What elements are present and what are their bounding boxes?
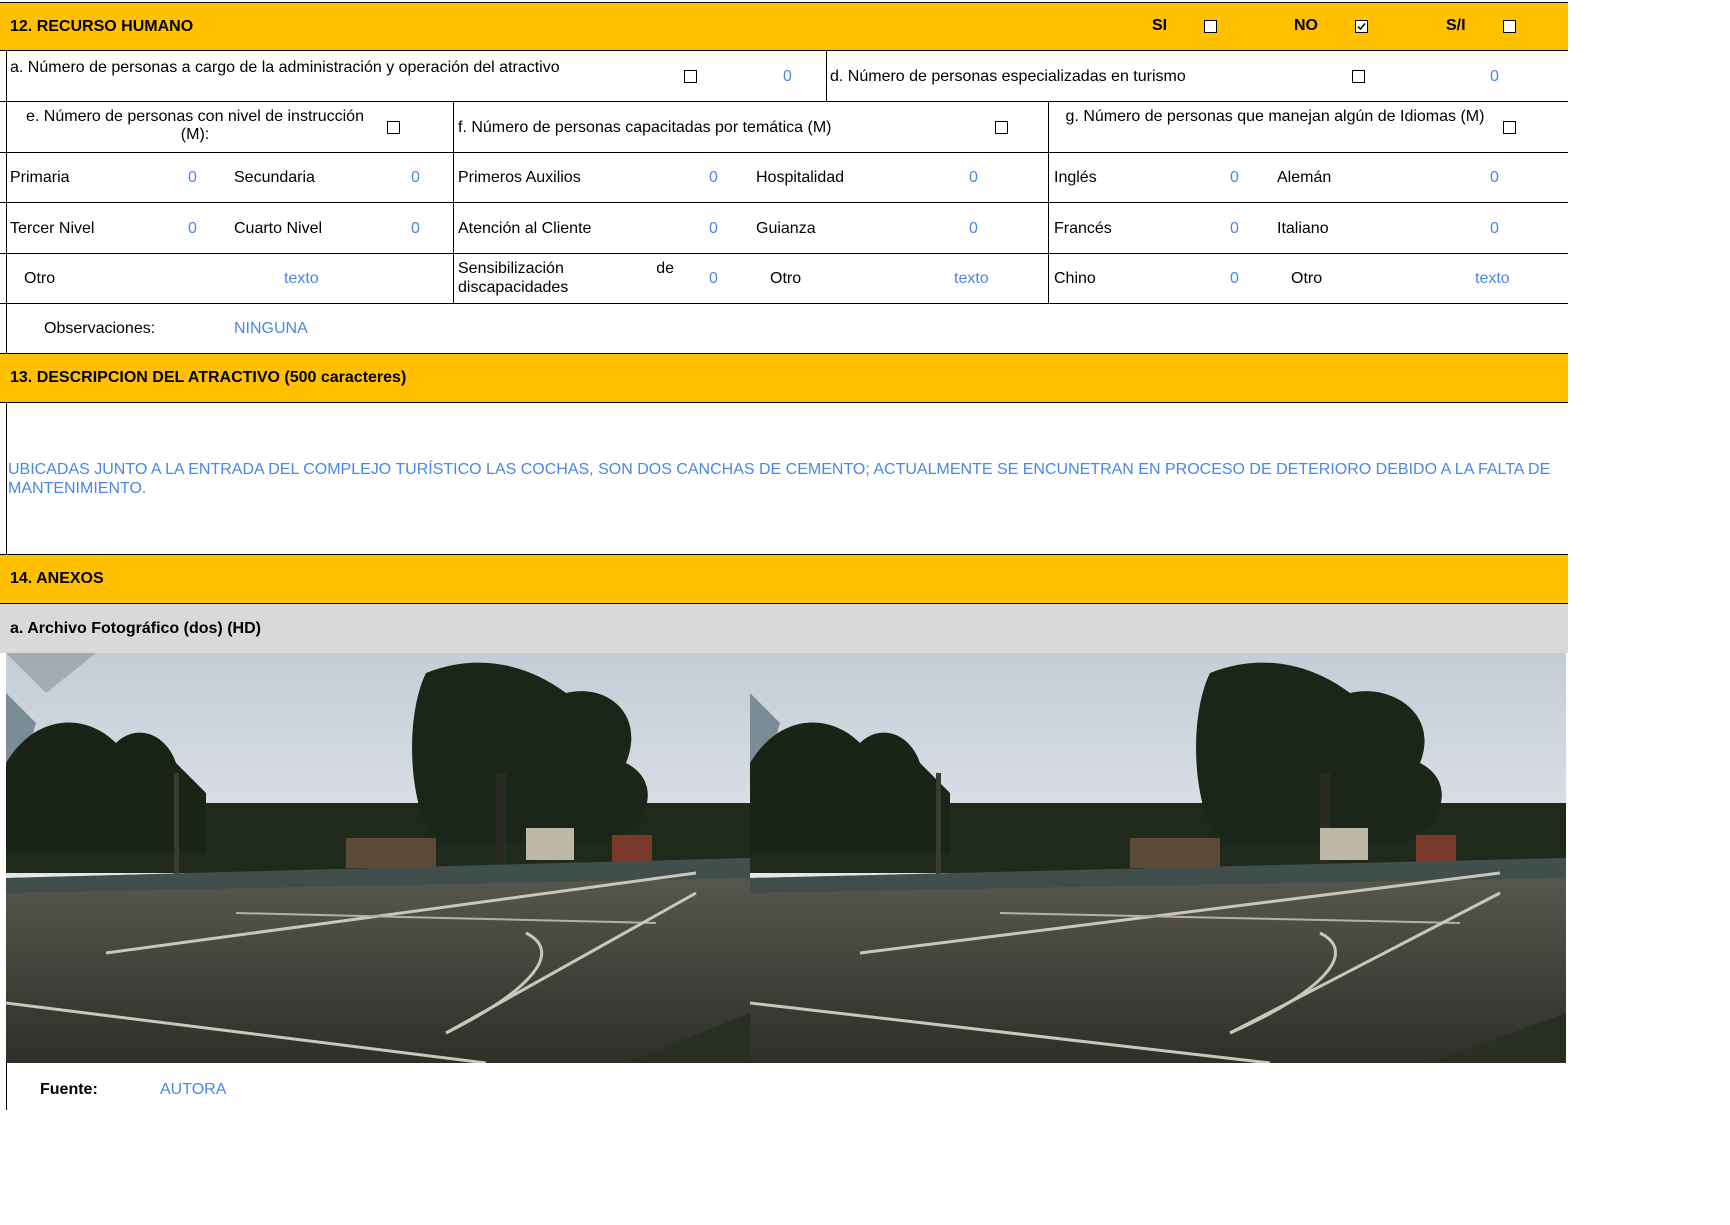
photo-archive-header: a. Archivo Fotográfico (dos) (HD): [0, 604, 1568, 653]
sin-info-checkbox[interactable]: [1503, 20, 1516, 33]
checkmark-icon: [1357, 23, 1366, 31]
section-12-header: 12. RECURSO HUMANO: [0, 2, 1568, 51]
edu-label: Secundaria: [234, 169, 315, 186]
row-d-checkbox[interactable]: [1352, 70, 1365, 83]
fuente-value: AUTORA: [160, 1081, 227, 1098]
section-13-title: 13. DESCRIPCION DEL ATRACTIVO (500 carac…: [10, 369, 407, 386]
training-label: Otro: [770, 270, 802, 287]
language-label: Inglés: [1054, 169, 1097, 186]
section-12-title: 12. RECURSO HUMANO: [10, 17, 194, 35]
edu-value: 0: [411, 220, 420, 237]
row-f-label: f. Número de personas capacitadas por te…: [458, 119, 832, 136]
row-f-checkbox[interactable]: [995, 121, 1008, 134]
training-value: 0: [709, 270, 718, 287]
language-value: texto: [1475, 270, 1510, 287]
edu-value: 0: [188, 169, 197, 186]
row-d-label: d. Número de personas especializadas en …: [830, 68, 1186, 85]
no-label: NO: [1294, 17, 1318, 34]
row-e-checkbox[interactable]: [387, 121, 400, 134]
edu-label: Tercer Nivel: [10, 220, 95, 237]
section-13-header: 13. DESCRIPCION DEL ATRACTIVO (500 carac…: [0, 353, 1568, 403]
si-checkbox[interactable]: [1204, 20, 1217, 33]
si-label: SI: [1152, 17, 1168, 34]
sin-info-label: S/I: [1446, 17, 1466, 34]
training-value: 0: [969, 220, 978, 237]
edu-label: Primaria: [10, 169, 70, 186]
language-value: 0: [1230, 220, 1239, 237]
court-photo-1: [6, 653, 750, 1063]
fuente-label: Fuente:: [40, 1081, 98, 1098]
language-label: Francés: [1054, 220, 1112, 237]
training-value: 0: [709, 220, 718, 237]
row-e-label: e. Número de personas con nivel de instr…: [26, 108, 364, 143]
edu-value: 0: [188, 220, 197, 237]
observaciones-value: NINGUNA: [234, 320, 308, 337]
row-a-checkbox[interactable]: [684, 70, 697, 83]
training-label: Guianza: [756, 220, 816, 237]
row-g-label: g. Número de personas que manejan algún …: [1065, 108, 1485, 125]
row-d-value: 0: [1490, 68, 1499, 85]
language-value: 0: [1230, 270, 1239, 287]
row-g-checkbox[interactable]: [1503, 121, 1516, 134]
training-label: Primeros Auxilios: [458, 169, 581, 186]
form-sheet: 12. RECURSO HUMANO SI NO S/I a. Número d…: [0, 0, 1568, 1110]
language-value: 0: [1230, 169, 1239, 186]
training-label: Hospitalidad: [756, 169, 845, 186]
training-value: texto: [954, 270, 989, 287]
edu-value: texto: [284, 270, 319, 287]
training-value: 0: [969, 169, 978, 186]
training-value: 0: [709, 169, 718, 186]
section-14-title: 14. ANEXOS: [10, 570, 104, 587]
observaciones-label: Observaciones:: [44, 320, 156, 337]
row-a-value: 0: [783, 68, 792, 85]
section-14-header: 14. ANEXOS: [0, 554, 1568, 604]
training-label: Atención al Cliente: [458, 220, 592, 237]
description-text: UBICADAS JUNTO A LA ENTRADA DEL COMPLEJO…: [8, 461, 1551, 497]
photo-archive-title: a. Archivo Fotográfico (dos) (HD): [10, 619, 261, 637]
edu-label: Cuarto Nivel: [234, 220, 323, 237]
court-photo-2: [750, 653, 1566, 1063]
language-label: Chino: [1054, 270, 1096, 287]
edu-value: 0: [411, 169, 420, 186]
language-value: 0: [1490, 220, 1499, 237]
language-label: Otro: [1291, 270, 1323, 287]
language-label: Italiano: [1277, 220, 1329, 237]
language-label: Alemán: [1277, 169, 1332, 186]
row-a-label: a. Número de personas a cargo de la admi…: [10, 59, 560, 76]
training-label: Sensibilización de discapacidades: [458, 260, 674, 296]
edu-label: Otro: [24, 270, 56, 287]
language-value: 0: [1490, 169, 1499, 186]
no-checkbox[interactable]: [1355, 20, 1368, 33]
